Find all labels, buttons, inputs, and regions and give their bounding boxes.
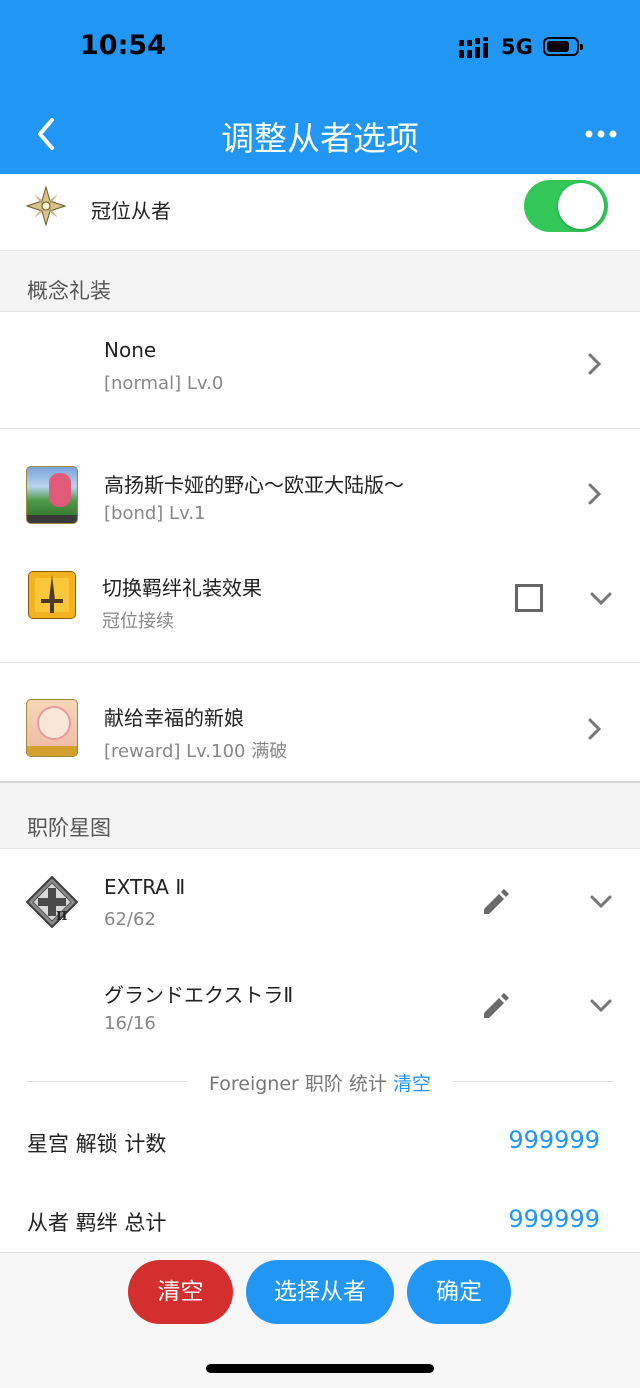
stats-clear-link[interactable]: 清空 xyxy=(393,1073,431,1095)
stat-value[interactable]: 999999 xyxy=(508,1205,600,1233)
class-board-progress: 62/62 xyxy=(104,909,156,930)
ce-detail: 冠位接续 xyxy=(102,611,174,632)
chevron-right-icon xyxy=(588,483,602,505)
chevron-right-icon xyxy=(588,353,602,375)
stat-label: 从者 羁绊 总计 xyxy=(27,1211,167,1235)
grand-servant-toggle[interactable] xyxy=(524,180,608,232)
divider xyxy=(0,250,640,251)
ce-item-bond[interactable]: 高扬斯卡娅的野心～欧亚大陆版～ [bond] Lv.1 xyxy=(0,429,640,549)
chevron-right-icon xyxy=(588,718,602,740)
ce-name: 献给幸福的新娘 xyxy=(104,706,244,730)
clear-button[interactable]: 清空 xyxy=(128,1260,233,1324)
ce-detail: [bond] Lv.1 xyxy=(104,503,206,524)
ce-detail: [reward] Lv.100 满破 xyxy=(104,741,288,762)
ce-name: 高扬斯卡娅的野心～欧亚大陆版～ xyxy=(104,473,404,497)
divider xyxy=(0,781,640,783)
select-servant-button[interactable]: 选择从者 xyxy=(246,1260,394,1324)
app-header: 10:54 5G 调整从者选项 xyxy=(0,0,640,174)
stats-caption-text: Foreigner 职阶 统计 xyxy=(209,1073,387,1095)
chevron-down-icon[interactable] xyxy=(589,590,613,606)
class-board-progress: 16/16 xyxy=(104,1013,156,1034)
network-type: 5G xyxy=(501,35,533,59)
sword-skill-icon xyxy=(28,571,76,619)
class-board-name: EXTRA Ⅱ xyxy=(104,875,186,899)
craft-essence-header: 概念礼装 xyxy=(27,279,111,303)
stats-caption: Foreigner 职阶 统计 清空 xyxy=(0,1069,640,1096)
grand-servant-label: 冠位从者 xyxy=(91,199,171,223)
class-board-header: 职阶星图 xyxy=(27,816,111,840)
signal-icon xyxy=(459,37,488,58)
bond-effect-checkbox[interactable] xyxy=(515,584,543,612)
class-board-item-extra[interactable]: II EXTRA Ⅱ 62/62 xyxy=(0,849,640,953)
stat-label: 星宫 解锁 计数 xyxy=(27,1132,167,1156)
ce-thumbnail-image xyxy=(26,466,78,524)
stat-value[interactable]: 999999 xyxy=(508,1126,600,1154)
home-indicator xyxy=(206,1364,434,1373)
edit-pencil-icon[interactable] xyxy=(480,885,512,917)
ce-bond-effect-row: 切换羁绊礼装效果 冠位接续 xyxy=(0,549,640,662)
ce-name: 切换羁绊礼装效果 xyxy=(102,576,262,600)
svg-text:II: II xyxy=(56,909,68,923)
battery-icon xyxy=(543,37,583,56)
ce-thumbnail-image xyxy=(26,699,78,757)
extra-class-icon: II xyxy=(26,876,78,928)
more-button[interactable] xyxy=(583,124,619,144)
ce-detail: [normal] Lv.0 xyxy=(104,373,224,394)
ce-name: None xyxy=(104,338,157,362)
grand-servant-row: 冠位从者 xyxy=(0,174,640,250)
confirm-button[interactable]: 确定 xyxy=(407,1260,511,1324)
ce-item-none[interactable]: None [normal] Lv.0 xyxy=(0,312,640,428)
more-dots-icon xyxy=(585,130,617,138)
edit-pencil-icon[interactable] xyxy=(480,989,512,1021)
chevron-down-icon[interactable] xyxy=(589,893,613,909)
ce-item-reward[interactable]: 献给幸福的新娘 [reward] Lv.100 满破 xyxy=(0,663,640,781)
class-board-name: グランドエクストラⅡ xyxy=(104,983,294,1007)
page-title: 调整从者选项 xyxy=(221,119,419,158)
status-time: 10:54 xyxy=(80,30,166,61)
grand-star-icon xyxy=(26,186,66,226)
chevron-down-icon[interactable] xyxy=(589,997,613,1013)
class-board-item-grand-extra[interactable]: グランドエクストラⅡ 16/16 xyxy=(0,953,640,1057)
